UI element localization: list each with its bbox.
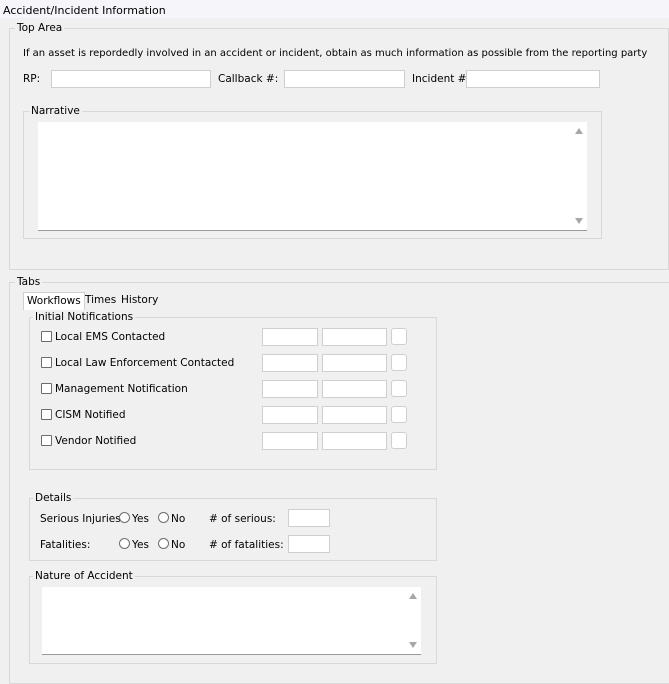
cism-time-input[interactable]	[322, 406, 387, 424]
tabs-legend: Tabs	[15, 276, 43, 288]
local-law-label: Local Law Enforcement Contacted	[55, 357, 235, 369]
top-area-legend: Top Area	[15, 22, 65, 34]
local-ems-time-input[interactable]	[322, 328, 387, 346]
nature-of-accident-textarea[interactable]	[42, 587, 421, 655]
num-fatalities-label: # of fatalities:	[209, 539, 284, 551]
fatalities-no-radio[interactable]	[158, 538, 169, 549]
local-law-checkbox[interactable]	[41, 357, 52, 368]
management-label: Management Notification	[55, 383, 188, 395]
local-ems-label: Local EMS Contacted	[55, 331, 166, 343]
serious-injuries-yes-radio[interactable]	[119, 512, 130, 523]
narrative-scrollbar[interactable]	[571, 122, 587, 230]
nature-scrollbar[interactable]	[405, 587, 421, 654]
vendor-label: Vendor Notified	[55, 435, 137, 447]
rp-label: RP:	[23, 73, 41, 85]
serious-injuries-no-radio[interactable]	[158, 512, 169, 523]
management-checkbox[interactable]	[41, 383, 52, 394]
fatalities-yes-label: Yes	[132, 539, 149, 551]
serious-injuries-no-label: No	[171, 513, 186, 525]
num-serious-label: # of serious:	[209, 513, 276, 525]
fatalities-yes-radio[interactable]	[119, 538, 130, 549]
scroll-down-icon[interactable]	[409, 642, 417, 648]
vendor-lookup-button[interactable]	[391, 432, 407, 449]
callback-label: Callback #:	[218, 73, 279, 85]
tab-history[interactable]: History	[118, 292, 161, 309]
local-ems-date-input[interactable]	[262, 328, 318, 346]
fatalities-no-label: No	[171, 539, 186, 551]
nature-of-accident-legend: Nature of Accident	[33, 570, 135, 582]
local-ems-lookup-button[interactable]	[391, 328, 407, 345]
local-ems-checkbox[interactable]	[41, 331, 52, 342]
cism-lookup-button[interactable]	[391, 406, 407, 423]
vendor-date-input[interactable]	[262, 432, 318, 450]
num-serious-input[interactable]	[288, 509, 330, 527]
incident-label: Incident #	[412, 73, 467, 85]
tab-times[interactable]: Times	[82, 292, 119, 309]
cism-label: CISM Notified	[55, 409, 126, 421]
callback-input[interactable]	[284, 70, 405, 88]
cism-checkbox[interactable]	[41, 409, 52, 420]
narrative-legend: Narrative	[29, 105, 82, 117]
management-date-input[interactable]	[262, 380, 318, 398]
window-title: Accident/Incident Information	[3, 4, 166, 17]
vendor-time-input[interactable]	[322, 432, 387, 450]
local-law-date-input[interactable]	[262, 354, 318, 372]
rp-input[interactable]	[51, 70, 211, 88]
narrative-textarea[interactable]	[38, 122, 587, 231]
vendor-checkbox[interactable]	[41, 435, 52, 446]
local-law-time-input[interactable]	[322, 354, 387, 372]
details-legend: Details	[33, 492, 74, 504]
initial-notifications-legend: Initial Notifications	[33, 311, 136, 323]
num-fatalities-input[interactable]	[288, 535, 330, 553]
serious-injuries-yes-label: Yes	[132, 513, 149, 525]
management-time-input[interactable]	[322, 380, 387, 398]
management-lookup-button[interactable]	[391, 380, 407, 397]
scroll-up-icon[interactable]	[409, 593, 417, 599]
scroll-down-icon[interactable]	[575, 218, 583, 224]
scroll-up-icon[interactable]	[575, 128, 583, 134]
fatalities-label: Fatalities:	[40, 539, 91, 551]
serious-injuries-label: Serious Injuries:	[40, 513, 125, 525]
incident-input[interactable]	[466, 70, 600, 88]
details-group	[29, 498, 437, 561]
local-law-lookup-button[interactable]	[391, 354, 407, 371]
instructions-text: If an asset is repordedly involved in an…	[23, 48, 648, 59]
cism-date-input[interactable]	[262, 406, 318, 424]
